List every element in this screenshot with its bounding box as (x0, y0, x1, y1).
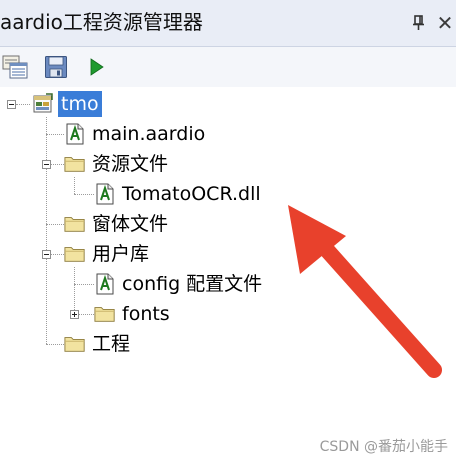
aardio-file-icon (64, 123, 86, 145)
properties-icon (2, 55, 28, 79)
properties-button[interactable] (2, 54, 30, 80)
folder-icon (64, 333, 86, 355)
tree-item-label: fonts (122, 303, 170, 325)
save-button[interactable] (42, 54, 70, 80)
tree-expander-resources[interactable] (42, 160, 51, 169)
panel-title: aardio工程资源管理器 (0, 10, 203, 34)
tree-item-label: 资源文件 (92, 153, 169, 175)
pin-icon (413, 15, 424, 30)
pin-button[interactable] (408, 12, 430, 34)
close-icon: ✕ (436, 11, 454, 35)
tree-item-label: 用户库 (92, 243, 150, 265)
folder-icon (64, 213, 86, 235)
tree-item-main-aardio[interactable]: main.aardio (64, 119, 205, 149)
save-icon (45, 56, 67, 78)
run-icon (90, 58, 104, 76)
tree-item-label: TomatoOCR.dll (122, 183, 261, 205)
tree-item-fonts[interactable]: fonts (94, 299, 170, 329)
project-icon (32, 93, 54, 115)
folder-icon (64, 243, 86, 265)
aardio-file-icon (94, 183, 116, 205)
watermark: CSDN @番茄小能手 (319, 439, 448, 455)
aardio-file-icon (94, 273, 116, 295)
tree-item-forms[interactable]: 窗体文件 (64, 209, 168, 239)
tree-item-config[interactable]: config 配置文件 (94, 269, 262, 299)
tree-item-label: config 配置文件 (122, 273, 263, 295)
tree-expander-root[interactable] (7, 100, 16, 109)
toolbar (0, 47, 456, 87)
project-tree: tmo main.aardio 资源文件 TomatoOCR.dll 窗体文件 … (0, 87, 456, 466)
tree-item-label: tmo (58, 91, 102, 117)
tree-expander-user-lib[interactable] (42, 250, 51, 259)
tree-item-tomatoocr-dll[interactable]: TomatoOCR.dll (94, 179, 261, 209)
tree-item-tmo[interactable]: tmo (32, 89, 102, 119)
tree-expander-fonts[interactable] (70, 310, 79, 319)
run-button[interactable] (82, 54, 110, 80)
tree-item-label: main.aardio (92, 123, 206, 145)
tree-item-project[interactable]: 工程 (64, 329, 130, 359)
tree-item-resources[interactable]: 资源文件 (64, 149, 168, 179)
folder-icon (64, 153, 86, 175)
close-button[interactable]: ✕ (434, 12, 456, 34)
folder-icon (94, 303, 116, 325)
tree-item-user-library[interactable]: 用户库 (64, 239, 149, 269)
panel-title-bar: aardio工程资源管理器 ✕ (0, 0, 456, 47)
tree-item-label: 窗体文件 (92, 213, 169, 235)
tree-item-label: 工程 (92, 333, 131, 355)
